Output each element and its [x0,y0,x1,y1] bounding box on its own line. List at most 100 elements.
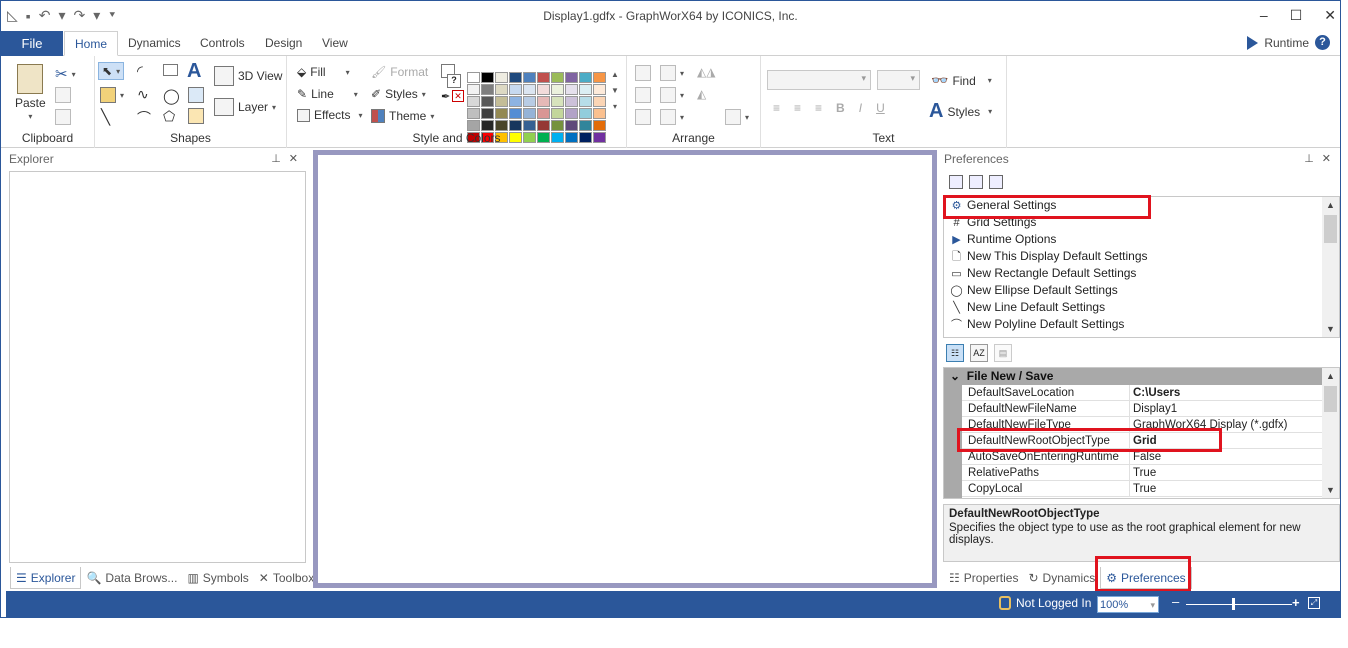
fill-button[interactable]: ⬙ Fill ▾ [297,65,350,79]
collapse-icon[interactable]: ⌄ [950,369,960,383]
tab-toolbox[interactable]: ✕ Toolbox [254,567,319,589]
color-swatch[interactable] [593,108,606,119]
ellipse-tool[interactable]: ◯ [163,87,180,105]
property-category[interactable]: ⌄ File New / Save [944,368,1339,385]
property-row[interactable]: DefaultSaveLocation C:\Users [944,385,1339,401]
preference-item[interactable]: ▭ New Rectangle Default Settings [944,265,1339,282]
image-tool[interactable] [188,87,204,103]
rectangle-tool[interactable] [163,64,178,76]
color-swatch[interactable] [537,96,550,107]
color-swatch[interactable] [481,96,494,107]
copy-button[interactable] [55,87,71,103]
preference-item[interactable]: ◯ New Ellipse Default Settings [944,282,1339,299]
line-tool[interactable]: ╲ [101,108,110,126]
color-swatch[interactable] [565,120,578,131]
login-status[interactable]: Not Logged In [999,596,1091,610]
property-value[interactable]: False [1130,449,1339,464]
color-swatch[interactable] [481,120,494,131]
property-value[interactable]: GraphWorX64 Display (*.gdfx) [1130,417,1339,432]
tab-data-browser[interactable]: 🔍 Data Brows... [81,567,182,589]
paste-button[interactable]: Paste ▾ [15,64,46,121]
color-swatch[interactable] [523,84,536,95]
explorer-tree[interactable] [9,171,306,563]
font-size-combo[interactable] [877,70,920,90]
preferences-list-scrollbar[interactable]: ▲ ▼ [1322,197,1339,337]
clear-color-icon[interactable]: ✕ [452,90,464,102]
color-swatch[interactable] [523,72,536,83]
color-swatch[interactable] [593,120,606,131]
color-swatch[interactable] [565,72,578,83]
preference-item[interactable]: ⚙ General Settings [944,197,1339,214]
preference-item[interactable]: # Grid Settings [944,214,1339,231]
preference-item[interactable]: 🗋 New This Display Default Settings [944,248,1339,265]
color-swatch[interactable] [593,84,606,95]
format-button[interactable]: 🖌 Format [371,65,428,79]
property-row[interactable]: DefaultNewFileType GraphWorX64 Display (*… [944,417,1339,433]
prop-scroll-down-icon[interactable]: ▼ [1322,482,1339,498]
cut-button[interactable]: ✂ ▾ [55,65,76,83]
tab-view[interactable]: View [312,31,358,56]
color-swatch[interactable] [495,84,508,95]
property-row[interactable]: CopyLocal True [944,481,1339,497]
color-swatch[interactable] [467,96,480,107]
color-swatch[interactable] [551,96,564,107]
color-swatch[interactable] [509,96,522,107]
tab-home[interactable]: Home [64,31,119,56]
color-swatch[interactable] [579,120,592,131]
align-center-icon[interactable]: ≡ [794,101,801,115]
italic-icon[interactable]: I [859,101,862,115]
display-canvas[interactable] [318,155,932,583]
align-button[interactable] [635,65,651,81]
line-style-button[interactable]: ✎ Line ▾ [297,87,358,101]
color-swatch[interactable] [495,108,508,119]
tab-file[interactable]: File [1,31,63,56]
order-button[interactable]: ▾ [660,87,684,103]
zoom-knob[interactable] [1232,598,1235,610]
position-button[interactable]: ▾ [725,109,749,125]
zoom-combo[interactable]: 100% [1097,596,1159,613]
align-right-icon[interactable]: ≡ [815,101,822,115]
property-row[interactable]: DefaultNewFileName Display1 [944,401,1339,417]
color-swatch[interactable] [523,96,536,107]
color-swatch[interactable] [537,72,550,83]
preference-item[interactable]: ▶ Runtime Options [944,231,1339,248]
property-row[interactable]: RelativePaths True [944,465,1339,481]
align-left-icon[interactable]: ≡ [773,101,780,115]
property-grid-scrollbar[interactable]: ▲ ▼ [1322,368,1339,498]
color-swatch[interactable] [565,96,578,107]
text-tool[interactable]: A [187,60,201,83]
effects-button[interactable]: Effects ▾ [297,108,362,122]
load-preference-icon[interactable] [969,175,983,189]
zoom-in-icon[interactable]: + [1292,596,1300,610]
color-swatch[interactable] [551,84,564,95]
tab-explorer[interactable]: ☰ Explorer [10,567,82,589]
color-swatch[interactable] [579,72,592,83]
color-swatch[interactable] [467,72,480,83]
fit-to-window-icon[interactable]: ⤢ [1308,597,1320,609]
color-swatch[interactable] [579,84,592,95]
scroll-up-icon[interactable]: ▲ [1322,197,1339,213]
prop-scroll-thumb[interactable] [1324,386,1337,412]
color-swatch[interactable] [495,120,508,131]
symbol-tool[interactable] [188,108,204,124]
color-swatch[interactable] [509,108,522,119]
zoom-slider[interactable]: – + ⤢ [1170,595,1320,611]
polygon-tool[interactable]: ⬠ [163,108,175,125]
text-styles-button[interactable]: A Styles ▾ [929,100,992,123]
color-swatch[interactable] [467,108,480,119]
explorer-pin-close[interactable]: ⊥✕ [271,152,306,165]
tab-symbols[interactable]: ▥ Symbols [182,567,253,589]
runtime-button[interactable]: Runtime ? [1247,35,1330,50]
color-swatch[interactable] [537,108,550,119]
property-row[interactable]: DefaultNewRootObjectType Grid [944,433,1339,449]
color-swatch[interactable] [579,108,592,119]
preferences-pin-close[interactable]: ⊥✕ [1304,152,1339,165]
tab-properties[interactable]: ☷ Properties [944,567,1023,589]
layer-button[interactable]: Layer ▾ [214,98,276,116]
arc-tool[interactable]: ◜ [137,62,143,80]
group-button[interactable]: ▾ [660,65,684,81]
find-button[interactable]: 👓 Find ▾ [931,72,992,89]
property-value[interactable]: True [1130,465,1339,480]
color-swatch[interactable] [523,120,536,131]
color-swatch[interactable] [509,84,522,95]
